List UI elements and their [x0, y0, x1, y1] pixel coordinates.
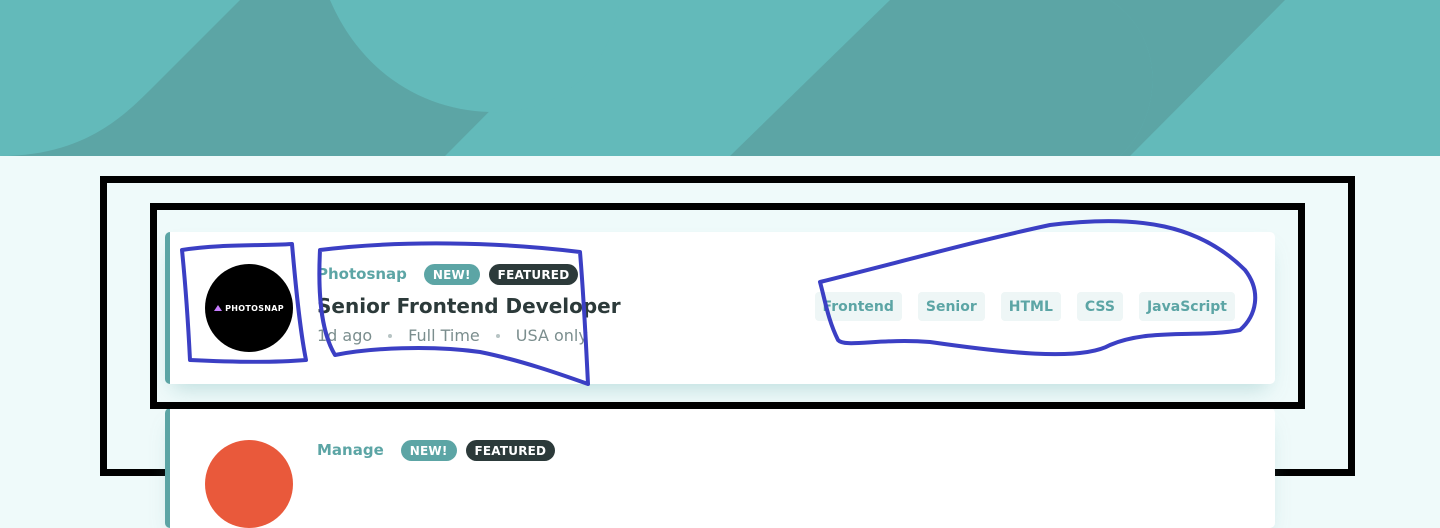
- company-logo: [205, 440, 293, 528]
- company-name: Manage: [317, 441, 384, 459]
- header-background: [0, 0, 1440, 156]
- job-card[interactable]: Manage NEW! FEATURED: [165, 408, 1275, 528]
- featured-badge: FEATURED: [465, 439, 556, 461]
- header-pattern: [0, 0, 1440, 156]
- job-info: Manage NEW! FEATURED: [317, 438, 556, 462]
- new-badge: NEW!: [400, 439, 457, 461]
- annotation-inner-box: [150, 203, 1305, 409]
